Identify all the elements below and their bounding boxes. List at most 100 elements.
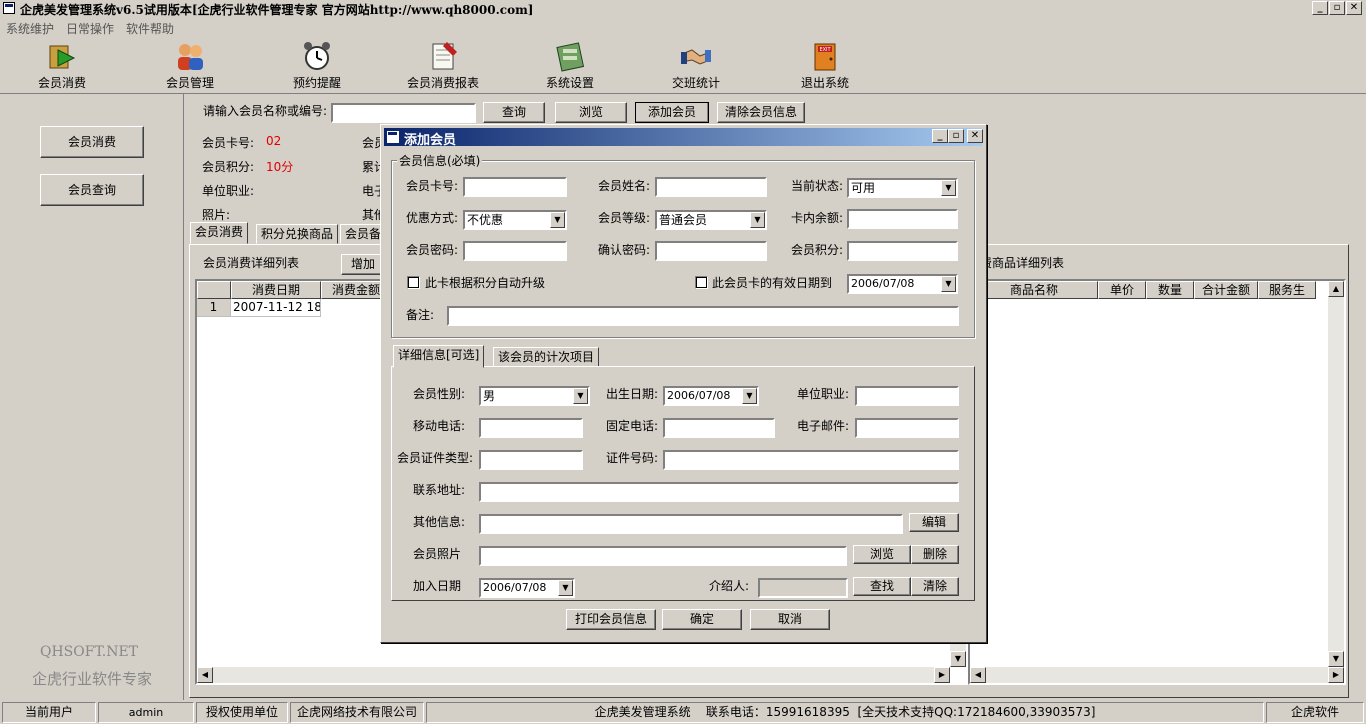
status-select[interactable]: 可用 ▼ bbox=[847, 178, 958, 198]
window-title: 企虎美发管理系统v6.5试用版本[企虎行业软件管理专家 官方网站http://w… bbox=[20, 3, 534, 17]
referrer-input[interactable] bbox=[758, 578, 848, 598]
email-label: 电子邮件: bbox=[797, 419, 850, 433]
chevron-down-icon[interactable]: ▼ bbox=[558, 580, 573, 596]
scroll-left-arrow[interactable]: ◀ bbox=[970, 667, 986, 683]
grid-header-price[interactable]: 单价 bbox=[1098, 281, 1146, 299]
search-label: 请输入会员名称或编号: bbox=[203, 104, 328, 118]
photo-path-input[interactable] bbox=[479, 546, 847, 566]
address-input[interactable] bbox=[479, 482, 959, 502]
grid-header-total[interactable]: 合计金额 bbox=[1194, 281, 1258, 299]
scroll-right-arrow[interactable]: ▶ bbox=[1328, 667, 1344, 683]
tool-reminder[interactable]: 预约提醒 bbox=[277, 38, 357, 93]
alarm-clock-icon bbox=[304, 42, 330, 70]
menu-system[interactable]: 系统维护 bbox=[6, 20, 54, 37]
add-consume-button[interactable]: 增加 bbox=[341, 254, 385, 275]
tab-detail-info[interactable]: 详细信息[可选] bbox=[393, 345, 485, 368]
id-type-input[interactable] bbox=[479, 450, 583, 470]
chevron-down-icon[interactable]: ▼ bbox=[750, 212, 765, 228]
birth-date-picker[interactable]: 2006/07/08 ▼ bbox=[663, 386, 759, 406]
dialog-minimize-button[interactable]: _ bbox=[932, 129, 948, 143]
chevron-down-icon[interactable]: ▼ bbox=[941, 180, 956, 196]
remark-input[interactable] bbox=[447, 306, 959, 326]
left-member-consume-button[interactable]: 会员消费 bbox=[40, 126, 144, 158]
grid-header-qty[interactable]: 数量 bbox=[1146, 281, 1194, 299]
chevron-down-icon[interactable]: ▼ bbox=[941, 276, 956, 292]
photo-delete-button[interactable]: 删除 bbox=[911, 545, 959, 564]
tool-exit[interactable]: EXIT 退出系统 bbox=[785, 38, 865, 93]
h-scrollbar[interactable]: ◀ ▶ bbox=[197, 667, 950, 683]
edit-button[interactable]: 编辑 bbox=[909, 513, 959, 532]
restore-button[interactable]: ▫ bbox=[1329, 1, 1345, 15]
tab-points-exchange[interactable]: 积分兑换商品 bbox=[256, 224, 339, 244]
scroll-right-arrow[interactable]: ▶ bbox=[934, 667, 950, 683]
tab-count-items[interactable]: 该会员的计次项目 bbox=[493, 347, 600, 367]
tool-label: 预约提醒 bbox=[292, 76, 341, 90]
product-grid[interactable]: 商品名称 单价 数量 合计金额 服务生 ◀ ▶ ▲ ▼ bbox=[968, 279, 1346, 685]
name-input[interactable] bbox=[655, 177, 767, 197]
other-info-input[interactable] bbox=[479, 514, 903, 534]
grid-header-product[interactable]: 商品名称 bbox=[970, 281, 1098, 299]
search-input[interactable] bbox=[331, 103, 476, 123]
gender-select[interactable]: 男 ▼ bbox=[479, 386, 590, 406]
level-select[interactable]: 普通会员 ▼ bbox=[655, 210, 767, 230]
tool-label: 会员消费报表 bbox=[406, 76, 479, 90]
password-input[interactable] bbox=[463, 241, 567, 261]
query-button[interactable]: 查询 bbox=[483, 102, 545, 123]
tool-member-manage[interactable]: 会员管理 bbox=[150, 38, 230, 93]
level-label: 会员等级: bbox=[598, 211, 651, 225]
chevron-down-icon[interactable]: ▼ bbox=[742, 388, 757, 404]
tool-shift-stats[interactable]: 交班统计 bbox=[656, 38, 736, 93]
left-member-query-button[interactable]: 会员查询 bbox=[40, 174, 144, 206]
referrer-find-button[interactable]: 查找 bbox=[853, 577, 911, 596]
cancel-button[interactable]: 取消 bbox=[750, 609, 830, 630]
menu-daily[interactable]: 日常操作 bbox=[66, 20, 114, 37]
points-input[interactable] bbox=[847, 241, 958, 261]
id-number-input[interactable] bbox=[663, 450, 959, 470]
dialog-maximize-button[interactable]: ▫ bbox=[948, 129, 964, 143]
referrer-clear-button[interactable]: 清除 bbox=[911, 577, 959, 596]
table-row-date[interactable]: 2007-11-12 18:0 bbox=[231, 299, 321, 317]
tool-member-consume[interactable]: 会员消费 bbox=[22, 38, 102, 93]
card-no-input[interactable] bbox=[463, 177, 567, 197]
discount-select[interactable]: 不优惠 ▼ bbox=[463, 210, 567, 230]
tool-settings[interactable]: 系统设置 bbox=[530, 38, 610, 93]
menu-help[interactable]: 软件帮助 bbox=[126, 20, 174, 37]
mobile-input[interactable] bbox=[479, 418, 583, 438]
scroll-left-arrow[interactable]: ◀ bbox=[197, 667, 213, 683]
confirm-password-input[interactable] bbox=[655, 241, 767, 261]
dialog-close-button[interactable]: ✕ bbox=[967, 129, 983, 143]
photo-label: 会员照片 bbox=[413, 547, 462, 561]
grid-header-date[interactable]: 消费日期 bbox=[231, 281, 321, 299]
minimize-button[interactable]: _ bbox=[1312, 1, 1328, 15]
toolbar: 会员消费 会员管理 预约提醒 会员消费报表 系统设置 交班统计 EXIT 退出系… bbox=[0, 38, 1366, 94]
v-scrollbar[interactable]: ▲ ▼ bbox=[1328, 281, 1344, 667]
ok-button[interactable]: 确定 bbox=[662, 609, 742, 630]
grid-header-waiter[interactable]: 服务生 bbox=[1258, 281, 1316, 299]
join-date-picker[interactable]: 2006/07/08 ▼ bbox=[479, 578, 575, 598]
close-button[interactable]: ✕ bbox=[1346, 1, 1362, 15]
clear-member-info-button[interactable]: 清除会员信息 bbox=[717, 102, 805, 123]
balance-input[interactable] bbox=[847, 209, 958, 229]
scroll-up-arrow[interactable]: ▲ bbox=[1328, 281, 1344, 297]
scroll-down-arrow[interactable]: ▼ bbox=[1328, 651, 1344, 667]
tool-report[interactable]: 会员消费报表 bbox=[403, 38, 483, 93]
browse-button[interactable]: 浏览 bbox=[555, 102, 627, 123]
photo-browse-button[interactable]: 浏览 bbox=[853, 545, 911, 564]
phone-input[interactable] bbox=[663, 418, 775, 438]
product-list-title: 费商品详细列表 bbox=[980, 256, 1065, 270]
chevron-down-icon[interactable]: ▼ bbox=[550, 212, 565, 228]
tab-member-consume[interactable]: 会员消费 bbox=[190, 222, 249, 244]
chevron-down-icon[interactable]: ▼ bbox=[573, 388, 588, 404]
add-member-button[interactable]: 添加会员 bbox=[635, 102, 709, 123]
scroll-down-arrow[interactable]: ▼ bbox=[950, 651, 966, 667]
email-input[interactable] bbox=[855, 418, 959, 438]
gender-value: 男 bbox=[483, 389, 496, 403]
settings-icon bbox=[556, 42, 585, 72]
h-scrollbar[interactable]: ◀ ▶ bbox=[970, 667, 1344, 683]
address-label: 联系地址: bbox=[413, 483, 466, 497]
expiry-date-picker[interactable]: 2006/07/08 ▼ bbox=[847, 274, 958, 294]
expiry-checkbox[interactable] bbox=[695, 276, 708, 289]
auto-upgrade-checkbox[interactable] bbox=[407, 276, 420, 289]
job-input[interactable] bbox=[855, 386, 959, 406]
print-member-info-button[interactable]: 打印会员信息 bbox=[566, 609, 656, 630]
